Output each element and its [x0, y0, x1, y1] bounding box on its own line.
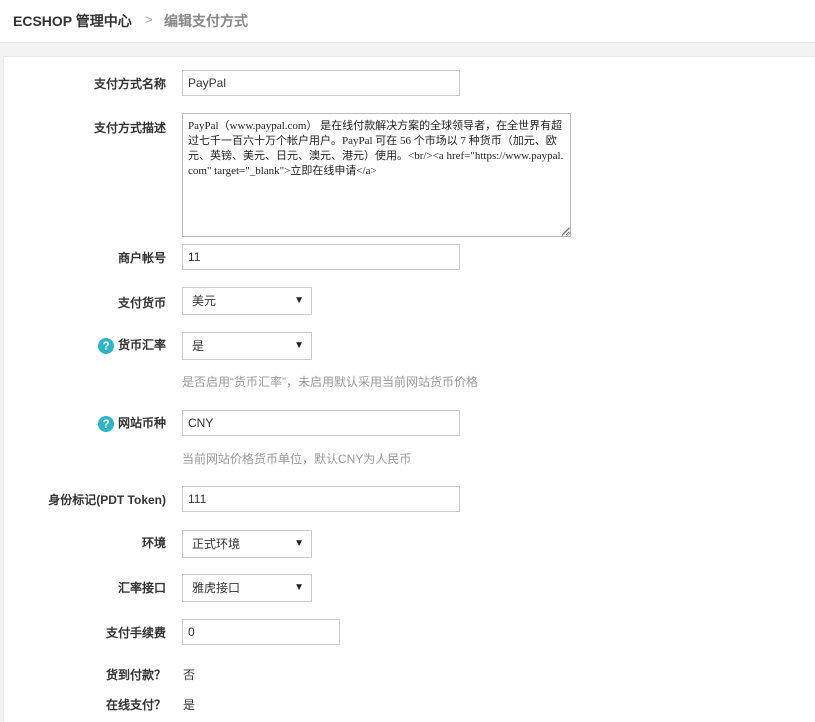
site-currency-label: ? 网站币种 — [97, 414, 166, 432]
online-pay-value: 是 — [183, 698, 196, 712]
site-currency-hint: 当前网站价格货币单位，默认CNY为人民币 — [182, 452, 412, 466]
pay-currency-select[interactable]: 美元 ▼ — [182, 287, 312, 315]
chevron-down-icon: ▼ — [294, 295, 304, 306]
pdt-token-label: 身份标记(PDT Token) — [48, 493, 166, 507]
environment-select[interactable]: 正式环境 ▼ — [182, 530, 312, 558]
question-circle-icon[interactable]: ? — [97, 416, 114, 432]
rate-api-value: 雅虎接口 — [192, 581, 241, 595]
top-bar: ECSHOP 管理中心 > 编辑支付方式 — [0, 0, 815, 43]
pay-desc-textarea[interactable]: PayPal（www.paypal.com） 是在线付款解决方案的全球领导者，在… — [182, 113, 571, 237]
site-currency-input[interactable]: CNY — [182, 410, 460, 436]
chevron-down-icon: ▼ — [294, 538, 304, 549]
exchange-rate-label: ? 货币汇率 — [97, 336, 166, 354]
environment-value: 正式环境 — [192, 537, 241, 551]
online-pay-label: 在线支付？ — [105, 698, 166, 712]
cod-value: 否 — [183, 668, 196, 682]
merchant-account-input[interactable]: 11 — [182, 244, 460, 270]
rate-api-select[interactable]: 雅虎接口 ▼ — [182, 574, 312, 602]
site-currency-label-text: 网站币种 — [117, 416, 166, 430]
exchange-rate-hint: 是否启用“货币汇率”，未启用默认采用当前网站货币价格 — [182, 375, 478, 389]
exchange-rate-select[interactable]: 是 ▼ — [182, 332, 312, 360]
environment-label: 环境 — [141, 536, 166, 550]
breadcrumb-separator: > — [145, 12, 153, 27]
pay-name-label: 支付方式名称 — [93, 77, 166, 91]
pay-currency-value: 美元 — [192, 294, 217, 308]
pdt-token-input[interactable]: 111 — [182, 486, 460, 512]
breadcrumb-current: 编辑支付方式 — [164, 13, 248, 29]
pay-fee-input[interactable]: 0 — [182, 619, 340, 645]
merchant-account-label: 商户帐号 — [117, 251, 166, 265]
exchange-rate-label-text: 货币汇率 — [117, 338, 166, 352]
brand-title: ECSHOP 管理中心 — [13, 13, 132, 29]
cod-label: 货到付款？ — [105, 668, 166, 682]
pay-fee-label: 支付手续费 — [105, 626, 166, 640]
pay-currency-label: 支付货币 — [117, 296, 166, 310]
rate-api-label: 汇率接口 — [117, 581, 166, 595]
chevron-down-icon: ▼ — [294, 340, 304, 351]
pay-name-input[interactable]: PayPal — [182, 70, 460, 96]
pay-desc-label: 支付方式描述 — [93, 121, 166, 135]
chevron-down-icon: ▼ — [294, 582, 304, 593]
textarea-resize-handle[interactable] — [561, 227, 571, 237]
question-circle-icon[interactable]: ? — [97, 338, 114, 354]
exchange-rate-value: 是 — [192, 339, 205, 353]
